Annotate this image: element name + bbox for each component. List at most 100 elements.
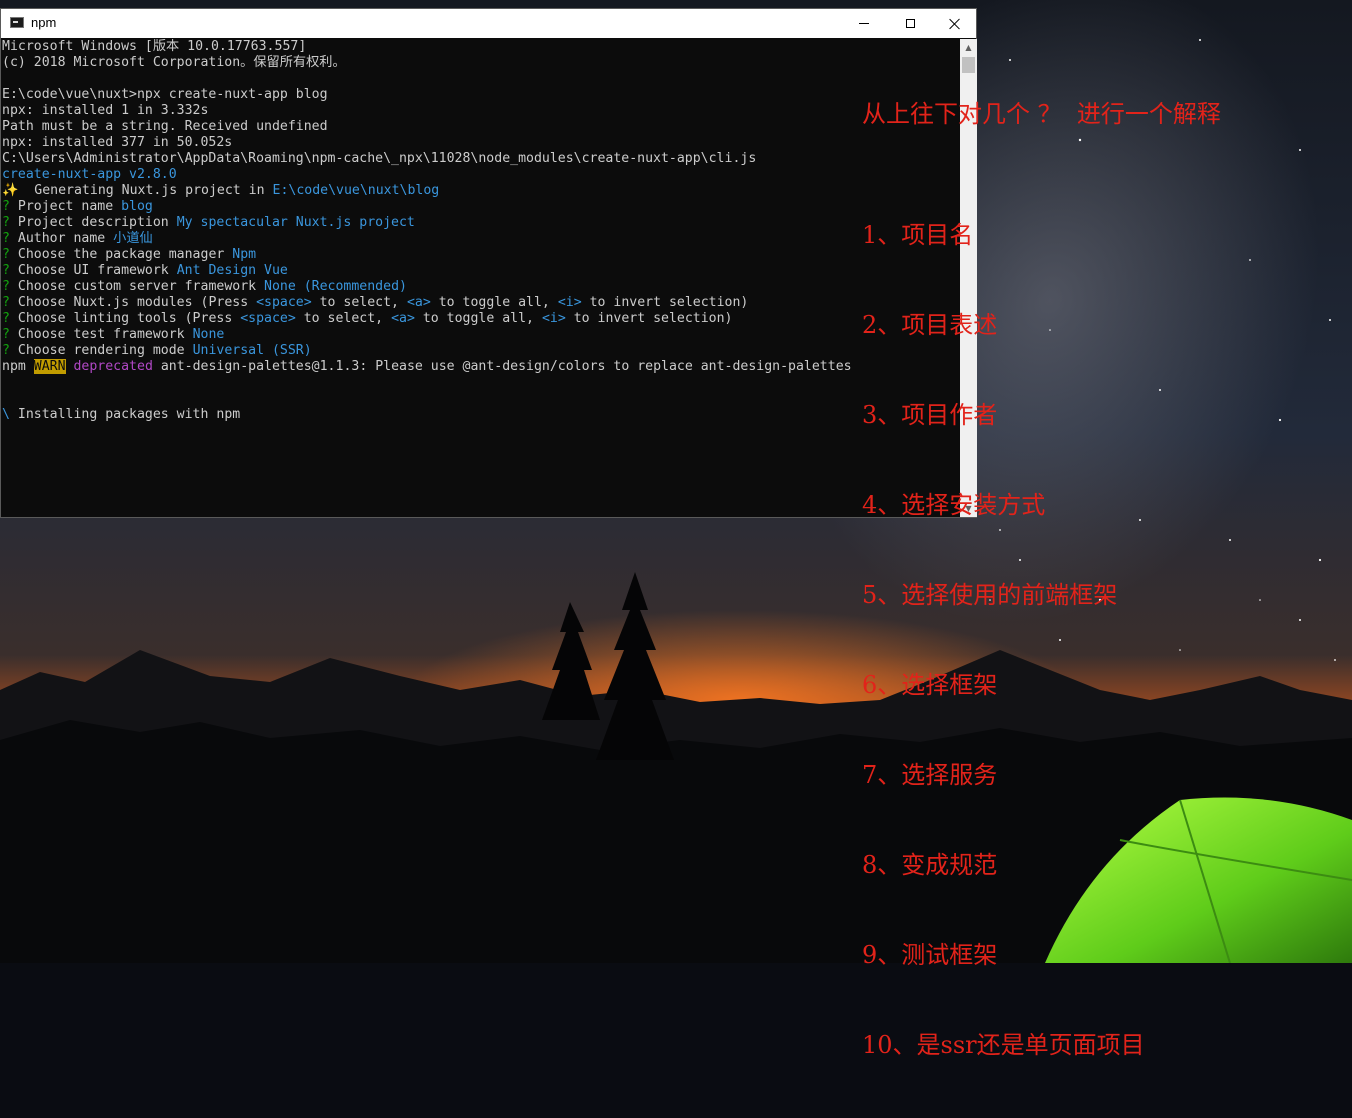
console-line: ? Choose rendering mode Universal (SSR) (2, 343, 959, 359)
console-segment: Project name (17, 199, 122, 214)
console-segment: C:\Users\Administrator\AppData\Roaming\n… (2, 151, 757, 166)
console-segment: ? (2, 343, 18, 358)
console-line: (c) 2018 Microsoft Corporation。保留所有权利。 (2, 55, 959, 71)
console-line: ? Choose custom server framework None (R… (2, 279, 959, 295)
console-line: ? Choose test framework None (2, 327, 959, 343)
minimize-icon (859, 23, 869, 24)
minimize-button[interactable] (841, 9, 887, 38)
console-line: Microsoft Windows [版本 10.0.17763.557] (2, 39, 959, 55)
console-icon (10, 17, 24, 28)
title-bar[interactable]: npm (1, 9, 976, 38)
console-segment: E:\code\vue\nuxt>npx create-nuxt-app blo… (2, 87, 328, 102)
console-segment: ant-design-palettes@1.1.3: Please use @a… (152, 359, 852, 374)
console-line: E:\code\vue\nuxt>npx create-nuxt-app blo… (2, 87, 959, 103)
console-window[interactable]: npm Microsoft Windows [版本 10.0.17763.557… (0, 8, 977, 518)
maximize-button[interactable] (887, 9, 933, 38)
console-line: ? Project name blog (2, 199, 959, 215)
console-line: npm WARN deprecated ant-design-palettes@… (2, 359, 959, 375)
console-segment: blog (121, 199, 153, 214)
annotation-item: 1、项目名 (862, 221, 974, 249)
console-line: npx: installed 377 in 50.052s (2, 135, 959, 151)
console-line: \ Installing packages with npm (2, 407, 959, 423)
console-segment: to toggle all, (414, 311, 542, 326)
console-line: ? Author name 小道仙 (2, 231, 959, 247)
annotation-item: 5、选择使用的前端框架 (862, 581, 1118, 609)
console-segment: <i> (557, 295, 582, 310)
console-line: ? Choose the package manager Npm (2, 247, 959, 263)
annotation-item: 10、是ssr还是单页面项目 (862, 1031, 1145, 1059)
annotation-item: 7、选择服务 (862, 761, 998, 789)
console-segment: ? (2, 199, 18, 214)
console-line: ? Choose Nuxt.js modules (Press <space> … (2, 295, 959, 311)
annotation-list: 1、项目名 2、项目表述 3、项目作者 4、选择安装方式 5、选择使用的前端框架… (862, 162, 1145, 1118)
console-segment: ? (2, 327, 18, 342)
console-line: ? Choose linting tools (Press <space> to… (2, 311, 959, 327)
console-segment: Path must be a string. Received undefine… (2, 119, 328, 134)
close-button[interactable] (932, 9, 978, 38)
scrollbar-thumb[interactable] (962, 57, 975, 73)
scroll-up-button[interactable]: ▲ (960, 39, 977, 56)
annotation-item: 4、选择安装方式 (862, 491, 1046, 519)
console-line: create-nuxt-app v2.8.0 (2, 167, 959, 183)
console-segment: npm (2, 359, 34, 374)
console-segment: <i> (541, 311, 566, 326)
annotation-item: 6、选择框架 (862, 671, 998, 699)
annotation-item: 8、变成规范 (862, 851, 998, 879)
console-segment: npx: installed 377 in 50.052s (2, 135, 233, 150)
console-segment: Project description (17, 215, 177, 230)
console-segment: to invert selection) (565, 311, 733, 326)
console-segment: <space> (240, 311, 296, 326)
console-segment: None (192, 327, 225, 342)
console-segment: ? (2, 279, 18, 294)
console-segment: ? (2, 215, 18, 230)
window-title: npm (31, 15, 57, 30)
console-segment: Choose custom server framework (17, 279, 265, 294)
console-line: npx: installed 1 in 3.332s (2, 103, 959, 119)
console-segment: None (Recommended) (264, 279, 407, 294)
annotation-item: 2、项目表述 (862, 311, 998, 339)
console-segment: WARN (33, 359, 66, 374)
console-line: ? Choose UI framework Ant Design Vue (2, 263, 959, 279)
annotation-heading: 从上往下对几个 ？ 进行一个解释 (862, 100, 1221, 128)
console-segment: deprecated (73, 359, 153, 374)
console-segment: Choose linting tools (Press (17, 311, 241, 326)
annotation-item: 3、项目作者 (862, 401, 998, 429)
console-segment: to select, (295, 311, 392, 326)
console-segment: (c) 2018 Microsoft Corporation。保留所有权利。 (2, 55, 346, 70)
console-segment: Choose UI framework (17, 263, 177, 278)
console-segment: Universal (SSR) (192, 343, 312, 358)
console-line: ✨ Generating Nuxt.js project in E:\code\… (2, 183, 959, 199)
console-segment: <a> (391, 311, 415, 326)
annotation-item: 9、测试框架 (862, 941, 998, 969)
console-segment: ? (2, 263, 18, 278)
console-segment: Npm (232, 247, 257, 262)
console-segment: Choose test framework (17, 327, 193, 342)
console-segment: create-nuxt-app v2.8.0 (2, 167, 177, 182)
console-segment: ? (2, 231, 18, 246)
console-line: Path must be a string. Received undefine… (2, 119, 959, 135)
console-segment: Installing packages with npm (17, 407, 241, 422)
console-segment: Author name (17, 231, 114, 246)
console-segment: Choose Nuxt.js modules (Press (17, 295, 257, 310)
console-segment: npx: installed 1 in 3.332s (2, 103, 209, 118)
console-segment: 小道仙 (113, 231, 153, 246)
annotation-overlay: 从上往下对几个 ？ 进行一个解释 1、项目名 2、项目表述 3、项目作者 4、选… (862, 94, 1221, 1059)
console-segment: E:\code\vue\nuxt\blog (272, 183, 440, 198)
console-segment: ? (2, 295, 18, 310)
console-segment: Choose rendering mode (17, 343, 193, 358)
console-segment: <space> (256, 295, 312, 310)
close-icon (949, 18, 961, 30)
console-segment: ✨ Generating Nuxt.js project in (2, 183, 273, 198)
console-output[interactable]: Microsoft Windows [版本 10.0.17763.557] (c)… (2, 39, 959, 517)
console-segment: ? (2, 247, 18, 262)
console-segment: Ant Design Vue (176, 263, 288, 278)
console-segment: to toggle all, (430, 295, 558, 310)
console-segment: ? (2, 311, 18, 326)
console-segment: Microsoft Windows [版本 10.0.17763.557] (2, 39, 307, 54)
maximize-icon (905, 19, 915, 28)
console-segment: Choose the package manager (17, 247, 233, 262)
console-segment: <a> (406, 295, 431, 310)
